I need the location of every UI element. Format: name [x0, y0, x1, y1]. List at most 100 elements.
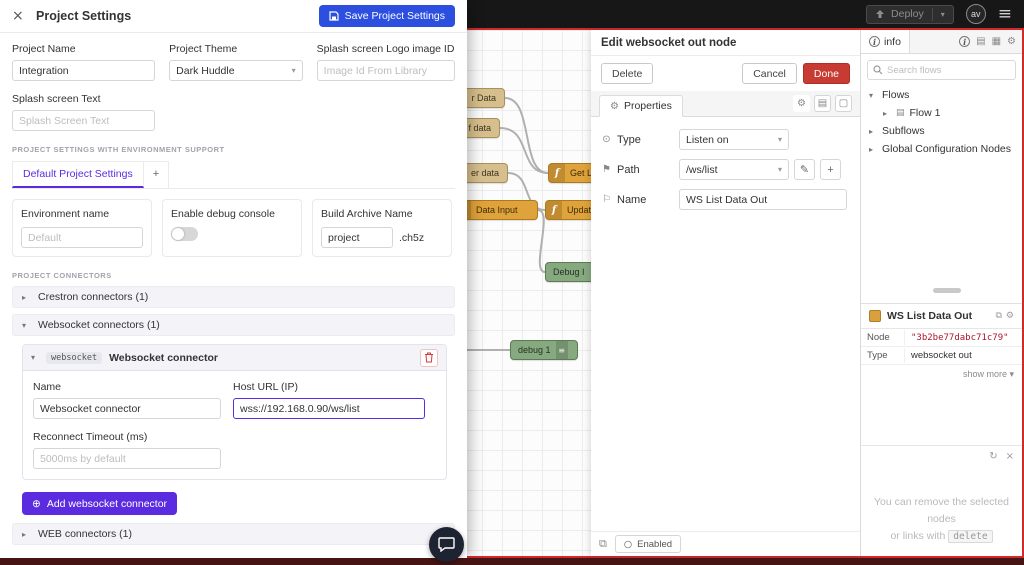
splash-text-input[interactable] — [12, 110, 155, 131]
toggle-knob — [172, 228, 184, 240]
tab-properties[interactable]: ⚙ Properties — [599, 95, 683, 117]
status-circle-icon: ○ — [624, 539, 632, 550]
notes-icon[interactable]: ▤ — [814, 95, 831, 112]
type-select-value: Listen on — [686, 134, 729, 146]
chat-bubble-icon — [438, 537, 455, 552]
copy-icon[interactable]: ⧉ — [995, 311, 1001, 321]
sidebar-tab-icons: i ▤ ▦ ⚙ — [953, 30, 1022, 53]
function-icon: f — [546, 201, 562, 219]
debug-icon[interactable]: ▦ — [992, 36, 1001, 47]
enabled-toggle[interactable]: ○ Enabled — [615, 535, 681, 553]
tab-default-project-settings[interactable]: Default Project Settings — [12, 161, 144, 188]
websocket-card-header[interactable]: ▾ websocket Websocket connector — [23, 345, 446, 371]
environment-name-label: Environment name — [21, 208, 143, 220]
delete-connector-button[interactable] — [420, 349, 438, 367]
gear-icon[interactable]: ⚙ — [1006, 311, 1014, 321]
tree-item-flow-1[interactable]: ▸ ▤ Flow 1 — [861, 104, 1022, 122]
build-archive-input[interactable] — [321, 227, 393, 248]
path-select[interactable]: /ws/list▾ — [679, 159, 789, 180]
info-icon[interactable]: i — [959, 36, 970, 47]
type-icon: ⊙ — [601, 134, 612, 145]
tree-item-subflows[interactable]: ▸ Subflows — [861, 122, 1022, 140]
node-info-table: Node "3b2be77dabc71c79" Type websocket o… — [861, 328, 1022, 365]
tab-properties-label: Properties — [624, 100, 672, 112]
reconnect-timeout-label: Reconnect Timeout (ms) — [33, 431, 436, 443]
accordion-label: Crestron connectors (1) — [38, 291, 148, 303]
environment-name-input[interactable] — [21, 227, 143, 248]
show-more-link[interactable]: show more ▾ — [861, 365, 1022, 384]
accordion-websocket-connectors[interactable]: ▾ Websocket connectors (1) — [12, 314, 455, 336]
tree-item-flows[interactable]: ▾ Flows — [861, 86, 1022, 104]
search-flows-box[interactable] — [867, 60, 1016, 80]
chevron-right-icon[interactable]: ▸ — [869, 127, 877, 136]
debug-toggle-grip[interactable]: ≡ — [556, 341, 568, 359]
flows-tree: ▾ Flows ▸ ▤ Flow 1 ▸ Subflows ▸ Global C… — [861, 86, 1022, 158]
done-button[interactable]: Done — [803, 63, 850, 84]
flow-node[interactable]: fGet L — [548, 163, 591, 183]
project-theme-select[interactable]: Dark Huddle ▾ — [169, 60, 303, 81]
add-path-button[interactable]: + — [820, 159, 841, 180]
chevron-down-icon[interactable]: ▾ — [869, 91, 877, 100]
avatar[interactable]: av — [966, 4, 986, 24]
sidebar-tabs: i info i ▤ ▦ ⚙ — [861, 30, 1022, 54]
refresh-icon[interactable]: ↻ — [989, 451, 997, 462]
tree-item-global-config[interactable]: ▸ Global Configuration Nodes — [861, 140, 1022, 158]
reconnect-timeout-input[interactable] — [33, 448, 221, 469]
splash-logo-input[interactable] — [317, 60, 455, 81]
help-book-icon[interactable]: ▤ — [976, 36, 985, 47]
close-icon[interactable]: × — [12, 8, 28, 24]
tree-label: Flow 1 — [910, 107, 941, 119]
cancel-button[interactable]: Cancel — [742, 63, 797, 84]
chevron-right-icon[interactable]: ▸ — [869, 145, 877, 154]
environment-name-card: Environment name — [12, 199, 152, 257]
function-icon: f — [549, 164, 565, 182]
chevron-down-icon: ▾ — [31, 353, 39, 362]
flow-node[interactable]: fUpdat — [545, 200, 591, 220]
name-label: ⚐Name — [601, 194, 679, 206]
node-action-icon[interactable]: ⧉ — [599, 537, 607, 551]
table-row: Type websocket out — [861, 347, 1022, 365]
field-row-2: Splash screen Text — [12, 93, 455, 131]
websocket-card-body: Name Host URL (IP) Reconnect Timeout (ms… — [23, 371, 446, 479]
build-archive-card: Build Archive Name .ch5z — [312, 199, 452, 257]
type-label: ⊙Type — [601, 134, 679, 146]
type-select[interactable]: Listen on▾ — [679, 129, 789, 150]
edit-path-button[interactable]: ✎ — [794, 159, 815, 180]
websocket-badge: websocket — [46, 352, 102, 364]
node-name-input[interactable] — [679, 189, 847, 210]
delete-button[interactable]: Delete — [601, 63, 653, 84]
node-label: debug 1 — [511, 345, 551, 355]
tips-controls: ↻ × — [989, 451, 1014, 462]
accordion-web-connectors[interactable]: ▸ WEB connectors (1) — [12, 523, 455, 545]
accordion-crestron-connectors[interactable]: ▸ Crestron connectors (1) — [12, 286, 455, 308]
deploy-label: Deploy — [891, 8, 924, 20]
project-theme-value: Dark Huddle — [176, 65, 234, 77]
project-name-input[interactable] — [12, 60, 155, 81]
deploy-button[interactable]: Deploy ▾ — [866, 5, 954, 24]
gear-icon[interactable]: ⚙ — [793, 95, 810, 112]
type-row: ⊙Type Listen on▾ — [601, 129, 850, 150]
path-select-value: /ws/list — [686, 164, 718, 176]
add-environment-tab[interactable]: + — [144, 161, 169, 188]
expand-icon[interactable]: ▢ — [835, 95, 852, 112]
tab-info[interactable]: i info — [861, 30, 910, 53]
close-icon[interactable]: × — [1006, 451, 1014, 462]
menu-icon[interactable]: ≡ — [998, 6, 1012, 23]
deploy-caret-icon[interactable]: ▾ — [941, 10, 945, 19]
build-archive-label: Build Archive Name — [321, 208, 443, 220]
accordion-label: Websocket connectors (1) — [38, 319, 160, 331]
chat-fab-button[interactable] — [429, 527, 464, 562]
deploy-icon — [875, 9, 885, 19]
flow-node[interactable]: debug 1 ≡ — [510, 340, 578, 360]
debug-console-toggle[interactable] — [171, 227, 198, 241]
add-websocket-connector-button[interactable]: ⊕ Add websocket connector — [22, 492, 177, 515]
search-flows-input[interactable] — [887, 62, 997, 78]
flow-node[interactable]: Debug I — [545, 262, 591, 282]
save-project-settings-button[interactable]: Save Project Settings — [319, 5, 455, 27]
edit-panel-footer: ⧉ ○ Enabled — [591, 531, 860, 556]
connector-name-input[interactable] — [33, 398, 221, 419]
host-url-input[interactable] — [233, 398, 425, 419]
chevron-right-icon[interactable]: ▸ — [883, 109, 891, 118]
gear-icon[interactable]: ⚙ — [1007, 36, 1016, 47]
tree-scrollbar[interactable] — [933, 288, 961, 293]
